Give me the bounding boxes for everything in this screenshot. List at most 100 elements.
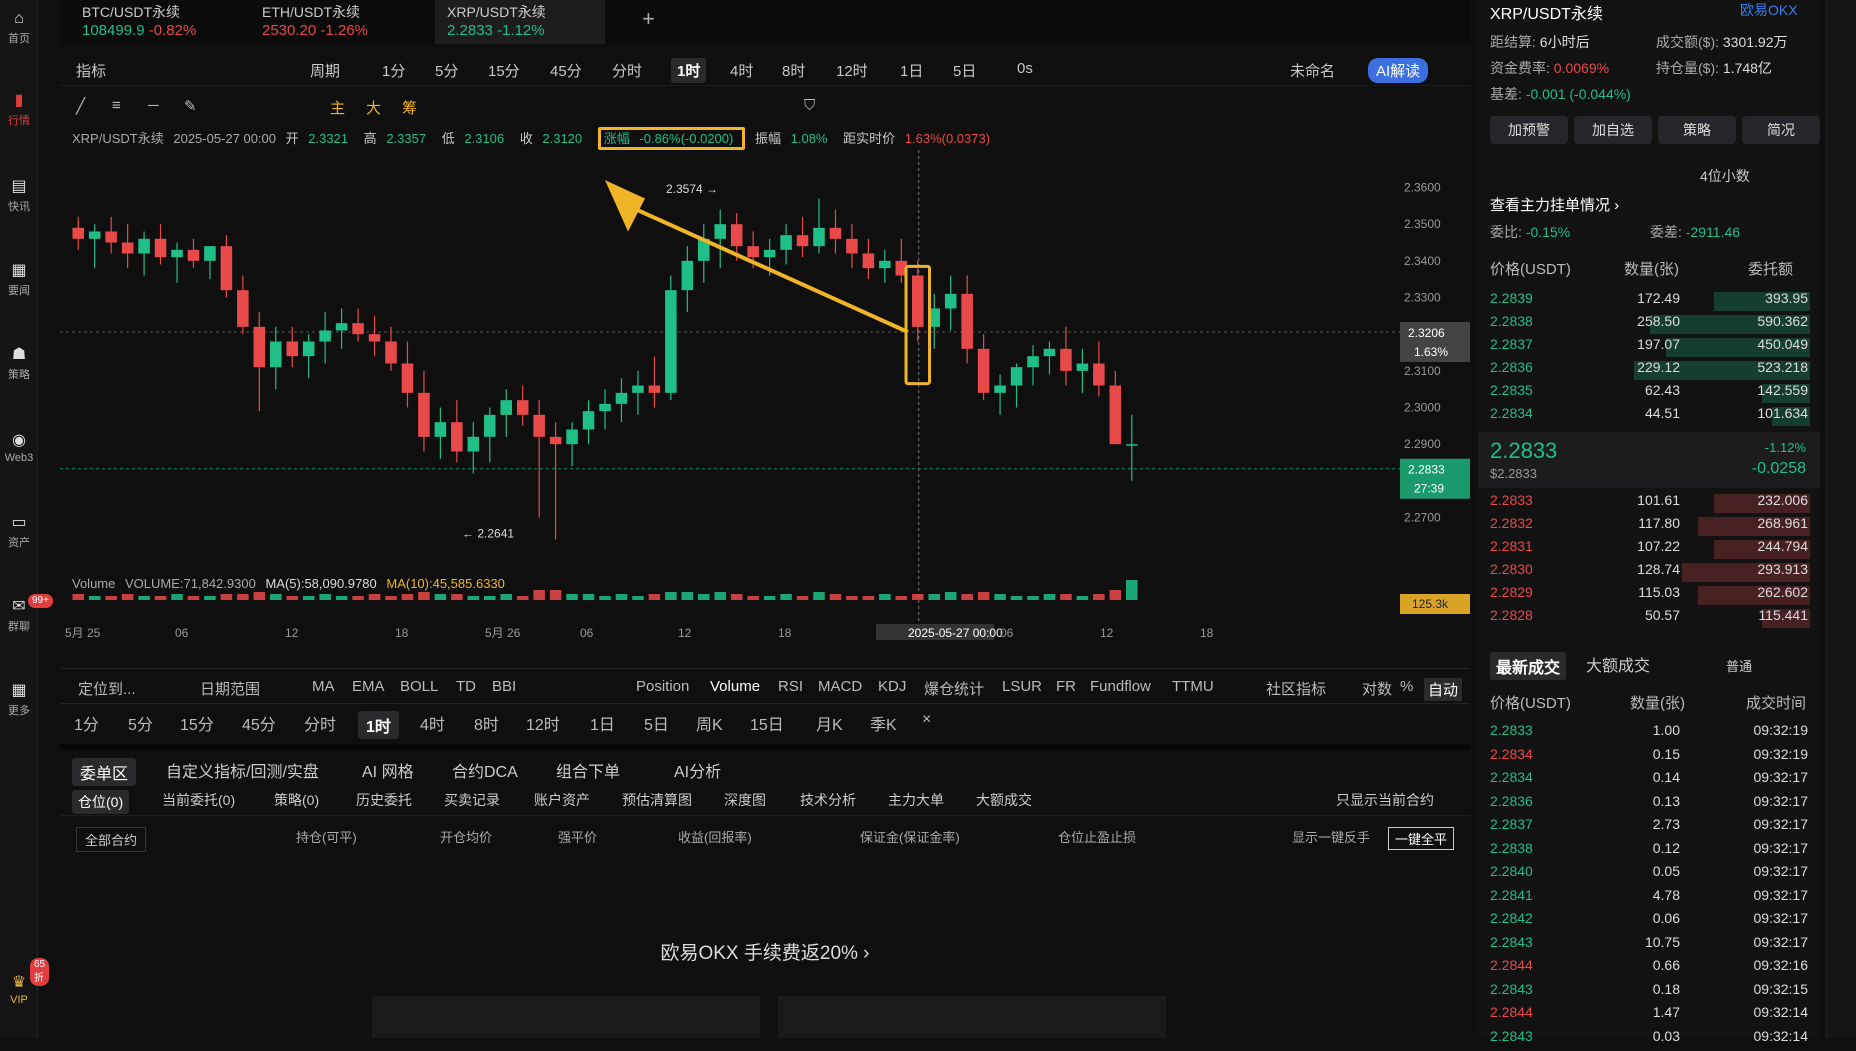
interval-4h[interactable]: 4时 bbox=[730, 60, 753, 81]
b-interval-8h[interactable]: 8时 bbox=[474, 711, 499, 735]
tab-depth[interactable]: 深度图 bbox=[724, 790, 766, 810]
tab-large-trades[interactable]: 大额成交 bbox=[976, 790, 1032, 810]
sub-volume[interactable]: Volume bbox=[710, 678, 760, 695]
sub-ttmu[interactable]: TTMU bbox=[1172, 678, 1214, 695]
tab-ai-grid[interactable]: AI 网格 bbox=[362, 758, 414, 782]
chip-toggle[interactable]: 筹 bbox=[402, 97, 417, 118]
auto-toggle[interactable]: 自动 bbox=[1424, 678, 1463, 701]
sidebar-item-strategy[interactable]: ☗ 策略 bbox=[0, 346, 38, 382]
tab-history[interactable]: 历史委托 bbox=[356, 790, 412, 810]
order-book-row[interactable]: 2.2831 107.22 244.794 bbox=[1490, 538, 1810, 561]
b-interval-1d[interactable]: 1日 bbox=[590, 711, 615, 735]
all-contracts-dropdown[interactable]: 全部合约 bbox=[76, 827, 147, 852]
tab-tech-analysis[interactable]: 技术分析 bbox=[800, 790, 856, 810]
promo-banner[interactable]: 欧易OKX 手续费返20% › bbox=[60, 938, 1470, 965]
tab-order-area[interactable]: 委单区 bbox=[72, 758, 137, 786]
tab-liquidation-map[interactable]: 预估清算图 bbox=[622, 790, 692, 810]
order-book-row[interactable]: 2.2838 258.50 590.362 bbox=[1490, 313, 1810, 336]
tab-positions[interactable]: 仓位(0) bbox=[72, 790, 130, 814]
layout-name-dropdown[interactable]: 未命名 bbox=[1290, 60, 1335, 81]
line-tool-icon[interactable]: ╱ bbox=[76, 97, 85, 115]
pen-tool-icon[interactable]: ✎ bbox=[184, 97, 197, 115]
add-tab-button[interactable]: + bbox=[642, 6, 655, 32]
tab-latest-trades[interactable]: 最新成交 bbox=[1490, 652, 1567, 680]
interval-45m[interactable]: 45分 bbox=[550, 60, 582, 81]
b-interval-4h[interactable]: 4时 bbox=[420, 711, 445, 735]
filter-icon[interactable]: ⛉ bbox=[804, 97, 815, 114]
decimals-dropdown[interactable]: 4位小数 bbox=[1700, 166, 1750, 186]
b-interval-1m[interactable]: 1分 bbox=[74, 711, 99, 735]
tab-strategies[interactable]: 策略(0) bbox=[274, 790, 319, 810]
sidebar-item-market[interactable]: ▮ 行情 bbox=[0, 92, 38, 128]
order-book-row[interactable]: 2.2828 50.57 115.441 bbox=[1490, 607, 1810, 630]
order-book-row[interactable]: 2.2835 62.43 142.559 bbox=[1490, 382, 1810, 405]
tab-whale-orders[interactable]: 主力大单 bbox=[888, 790, 944, 810]
sub-fr[interactable]: FR bbox=[1056, 678, 1076, 695]
date-range-dropdown[interactable]: 日期范围 bbox=[200, 678, 260, 699]
main-chart-toggle[interactable]: 主 bbox=[330, 97, 345, 118]
refresh-seconds[interactable]: 0s bbox=[1017, 60, 1033, 77]
ray-tool-icon[interactable]: ─ bbox=[148, 97, 159, 114]
strategy-button[interactable]: 策略 bbox=[1658, 116, 1736, 144]
normal-checkbox[interactable]: 普通 bbox=[1726, 656, 1752, 675]
interval-1d[interactable]: 1日 bbox=[900, 60, 923, 81]
community-indicators[interactable]: 社区指标 bbox=[1266, 678, 1326, 699]
locate-button[interactable]: 定位到... bbox=[78, 678, 136, 699]
ind-td[interactable]: TD bbox=[456, 678, 476, 695]
tab-combo-order[interactable]: 组合下单 bbox=[556, 758, 620, 782]
hline-tool-icon[interactable]: ≡ bbox=[112, 97, 121, 114]
sub-liquidation[interactable]: 爆仓统计 bbox=[924, 678, 984, 699]
order-book-row[interactable]: 2.2832 117.80 268.961 bbox=[1490, 515, 1810, 538]
interval-8h[interactable]: 8时 bbox=[782, 60, 805, 81]
sidebar-item-web3[interactable]: ◉ Web3 bbox=[0, 432, 38, 464]
promo-card-right[interactable] bbox=[778, 996, 1166, 1038]
show-reverse-checkbox[interactable]: 显示一键反手 bbox=[1292, 827, 1370, 846]
tab-xrp[interactable]: XRP/USDT永续 2.2833 -1.12% bbox=[435, 0, 605, 44]
show-current-contract[interactable]: 只显示当前合约 bbox=[1336, 790, 1434, 810]
tab-block-trades[interactable]: 大额成交 bbox=[1586, 652, 1650, 676]
tab-ai-analysis[interactable]: AI分析 bbox=[674, 758, 721, 782]
order-book-row[interactable]: 2.2836 229.12 523.218 bbox=[1490, 359, 1810, 382]
whale-orders-link[interactable]: 查看主力挂单情况 › bbox=[1490, 194, 1619, 215]
tab-custom-indicator[interactable]: 自定义指标/回测/实盘 bbox=[166, 758, 319, 782]
sidebar-item-assets[interactable]: ▭ 资产 bbox=[0, 514, 38, 550]
interval-15m[interactable]: 15分 bbox=[488, 60, 520, 81]
sidebar-item-home[interactable]: ⌂ 首页 bbox=[0, 10, 38, 46]
interval-5d[interactable]: 5日 bbox=[953, 60, 976, 81]
b-interval-5m[interactable]: 5分 bbox=[128, 711, 153, 735]
b-interval-15d[interactable]: 15日 bbox=[750, 711, 784, 735]
sub-macd[interactable]: MACD bbox=[818, 678, 862, 695]
order-book-row[interactable]: 2.2839 172.49 393.95 bbox=[1490, 290, 1810, 313]
ai-analysis-button[interactable]: AI解读 bbox=[1368, 58, 1429, 83]
sub-position[interactable]: Position bbox=[636, 678, 689, 695]
promo-card-left[interactable] bbox=[372, 996, 760, 1038]
close-interval-icon[interactable]: × bbox=[922, 711, 931, 729]
interval-1h[interactable]: 1时 bbox=[671, 58, 707, 83]
b-interval-week[interactable]: 周K bbox=[696, 711, 723, 735]
candlestick-chart[interactable]: 2.36002.35002.34002.33002.32002.31002.30… bbox=[60, 150, 1470, 640]
ind-ema[interactable]: EMA bbox=[352, 678, 385, 695]
b-interval-timeshare[interactable]: 分时 bbox=[304, 711, 336, 735]
b-interval-month[interactable]: 月K bbox=[816, 711, 843, 735]
tab-eth[interactable]: ETH/USDT永续 2530.20 -1.26% bbox=[250, 0, 420, 44]
tab-dca[interactable]: 合约DCA bbox=[452, 758, 518, 782]
sidebar-item-more[interactable]: ▦ 更多 bbox=[0, 682, 38, 718]
ind-bbi[interactable]: BBI bbox=[492, 678, 516, 695]
b-interval-15m[interactable]: 15分 bbox=[180, 711, 214, 735]
b-interval-1h[interactable]: 1时 bbox=[358, 711, 399, 739]
add-watchlist-button[interactable]: 加自选 bbox=[1574, 116, 1652, 144]
interval-timeshare[interactable]: 分时 bbox=[612, 60, 642, 81]
sidebar-item-flash[interactable]: ▤ 快讯 bbox=[0, 178, 38, 214]
order-book-row[interactable]: 2.2837 197.07 450.049 bbox=[1490, 336, 1810, 359]
interval-12h[interactable]: 12时 bbox=[836, 60, 868, 81]
ind-boll[interactable]: BOLL bbox=[400, 678, 438, 695]
b-interval-45m[interactable]: 45分 bbox=[242, 711, 276, 735]
b-interval-12h[interactable]: 12时 bbox=[526, 711, 560, 735]
overview-button[interactable]: 简况 bbox=[1742, 116, 1820, 144]
b-interval-5d[interactable]: 5日 bbox=[644, 711, 669, 735]
tab-trades[interactable]: 买卖记录 bbox=[444, 790, 500, 810]
sidebar-item-news[interactable]: ▦ 要闻 bbox=[0, 262, 38, 298]
sub-lsur[interactable]: LSUR bbox=[1002, 678, 1042, 695]
sub-rsi[interactable]: RSI bbox=[778, 678, 803, 695]
order-book-row[interactable]: 2.2834 44.51 101.634 bbox=[1490, 405, 1810, 428]
